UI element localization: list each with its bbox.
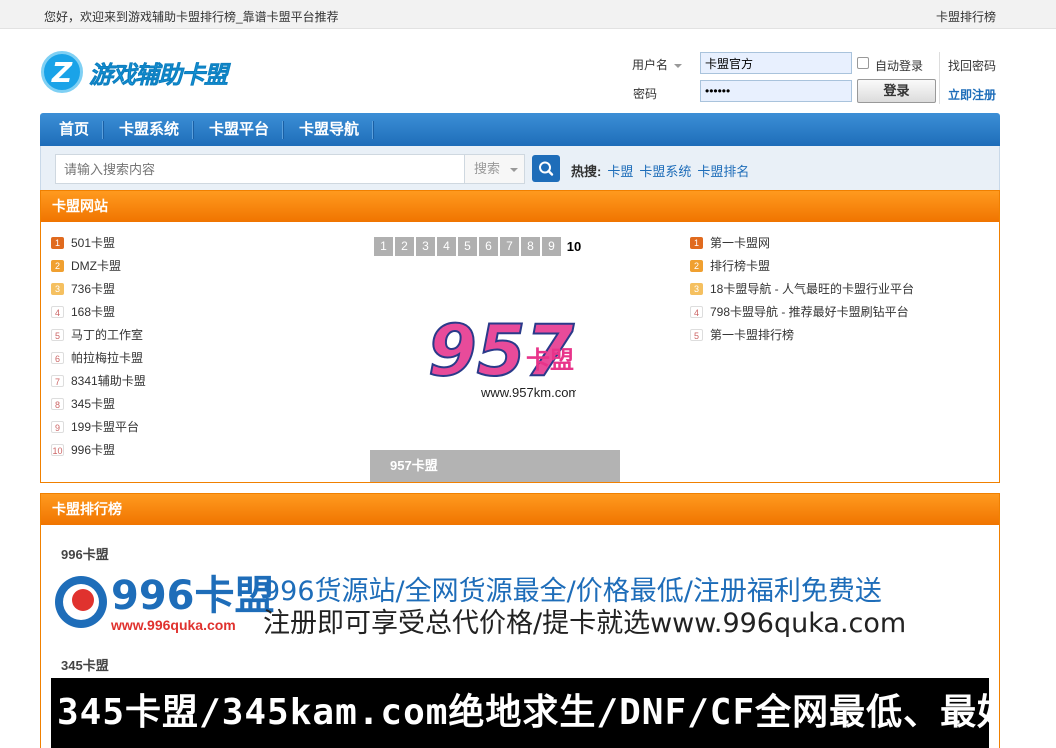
slide-pager: 1 2 3 4 5 6 7 8 9 10 bbox=[374, 237, 587, 256]
auto-login-checkbox[interactable] bbox=[857, 57, 869, 69]
banner-996-graphic: 996卡盟 www.996quka.com 996货源站/全网货源最全/价格最低… bbox=[55, 573, 906, 639]
search-button[interactable] bbox=[532, 155, 560, 182]
page-button[interactable]: 3 bbox=[416, 237, 435, 256]
search-input[interactable] bbox=[55, 154, 465, 184]
list-item[interactable]: 3 18卡盟导航 - 人气最旺的卡盟行业平台 bbox=[690, 277, 914, 300]
hot-word[interactable]: 卡盟排名 bbox=[697, 164, 749, 179]
banner-996-line2: 注册即可享受总代价格/提卡就选www.996quka.com bbox=[263, 608, 906, 637]
left-site-list: 1 501卡盟 2 DMZ卡盟 3 736卡盟 4 168卡盟 5 马丁的工作室 6 帕拉梅… bbox=[51, 231, 146, 461]
list-item[interactable]: 4 168卡盟 bbox=[51, 300, 146, 323]
sites-panel-title: 卡盟网站 bbox=[41, 191, 999, 222]
hot-word[interactable]: 卡盟系统 bbox=[639, 164, 691, 179]
banner-345[interactable]: 345卡盟/345kam.com绝地求生/DNF/CF全网最低、最好售后 bbox=[51, 678, 989, 748]
login-button[interactable]: 登录 bbox=[857, 79, 936, 103]
page-button[interactable]: 7 bbox=[500, 237, 519, 256]
chevron-down-icon bbox=[510, 167, 519, 172]
page-button[interactable]: 6 bbox=[479, 237, 498, 256]
list-item[interactable]: 2 排行榜卡盟 bbox=[690, 254, 914, 277]
password-label: 密码 bbox=[633, 87, 658, 101]
957-logo-image: 957 卡盟 www.957km.com bbox=[427, 309, 579, 400]
list-item[interactable]: 1 501卡盟 bbox=[51, 231, 146, 254]
hot-label: 热搜: bbox=[571, 164, 602, 179]
login-divider bbox=[939, 52, 940, 104]
username-label[interactable]: 用户名 bbox=[632, 56, 683, 73]
logo-icon: Z bbox=[41, 51, 83, 93]
list-item[interactable]: 8 345卡盟 bbox=[51, 392, 146, 415]
list-item[interactable]: 1 第一卡盟网 bbox=[690, 231, 914, 254]
search-icon bbox=[539, 161, 554, 176]
main-nav: 首页 卡盟系统 卡盟平台 卡盟导航 bbox=[40, 113, 1000, 146]
ad-title-996[interactable]: 996卡盟 bbox=[61, 544, 109, 563]
nav-guide[interactable]: 卡盟导航 bbox=[284, 113, 375, 146]
page-button[interactable]: 4 bbox=[437, 237, 456, 256]
list-item[interactable]: 3 736卡盟 bbox=[51, 277, 146, 300]
slide-url: www.957km.com bbox=[480, 385, 576, 400]
banner-996-line1: 996货源站/全网货源最全/价格最低/注册福利免费送 bbox=[263, 576, 882, 607]
forgot-password-link[interactable]: 找回密码 bbox=[948, 57, 996, 74]
banner-996-logo: 996卡盟 bbox=[111, 573, 275, 619]
username-input[interactable] bbox=[700, 52, 852, 74]
list-item[interactable]: 10 996卡盟 bbox=[51, 438, 146, 461]
slide-logo-suffix: 卡盟 bbox=[526, 346, 574, 374]
nav-home[interactable]: 首页 bbox=[44, 113, 105, 146]
chevron-down-icon bbox=[674, 63, 683, 68]
list-item[interactable]: 7 8341辅助卡盟 bbox=[51, 369, 146, 392]
page-button[interactable]: 9 bbox=[542, 237, 561, 256]
logo-text: 游戏辅助卡盟 bbox=[89, 61, 229, 89]
hot-searches: 热搜: 卡盟 卡盟系统 卡盟排名 bbox=[571, 161, 749, 180]
list-item[interactable]: 5 马丁的工作室 bbox=[51, 323, 146, 346]
list-item[interactable]: 2 DMZ卡盟 bbox=[51, 254, 146, 277]
ad-title-345[interactable]: 345卡盟 bbox=[61, 655, 109, 674]
slide-caption[interactable]: 957卡盟 bbox=[370, 450, 620, 482]
password-input[interactable] bbox=[700, 80, 852, 102]
welcome-text: 您好，欢迎来到游戏辅助卡盟排行榜_靠谱卡盟平台推荐 bbox=[44, 10, 339, 24]
hot-word[interactable]: 卡盟 bbox=[607, 164, 633, 179]
list-item[interactable]: 9 199卡盟平台 bbox=[51, 415, 146, 438]
page-button-active[interactable]: 10 bbox=[563, 237, 585, 256]
sites-panel: 卡盟网站 1 501卡盟 2 DMZ卡盟 3 736卡盟 4 168卡盟 5 马丁的工作室… bbox=[40, 190, 1000, 483]
nav-system[interactable]: 卡盟系统 bbox=[104, 113, 195, 146]
list-item[interactable]: 6 帕拉梅拉卡盟 bbox=[51, 346, 146, 369]
page-button[interactable]: 5 bbox=[458, 237, 477, 256]
top-bar: 您好，欢迎来到游戏辅助卡盟排行榜_靠谱卡盟平台推荐 卡盟排行榜 bbox=[0, 0, 1056, 29]
slide-image-957[interactable]: 957 卡盟 www.957km.com bbox=[426, 303, 579, 403]
banner-996[interactable]: 996卡盟 www.996quka.com 996货源站/全网货源最全/价格最低… bbox=[51, 567, 989, 639]
nav-platform[interactable]: 卡盟平台 bbox=[194, 113, 285, 146]
page-button[interactable]: 8 bbox=[521, 237, 540, 256]
list-item[interactable]: 4 798卡盟导航 - 推荐最好卡盟刷钻平台 bbox=[690, 300, 914, 323]
search-type-select[interactable]: 搜索 bbox=[464, 154, 525, 184]
right-site-list: 1 第一卡盟网 2 排行榜卡盟 3 18卡盟导航 - 人气最旺的卡盟行业平台 4 798… bbox=[690, 231, 914, 346]
search-bar: 搜索 热搜: 卡盟卡盟系统卡盟排名 bbox=[40, 146, 1000, 190]
rank-panel: 卡盟排行榜 996卡盟 996卡盟 www.996quka.com 996货源站… bbox=[40, 493, 1000, 748]
rank-panel-title: 卡盟排行榜 bbox=[41, 494, 999, 525]
list-item[interactable]: 5 第一卡盟排行榜 bbox=[690, 323, 914, 346]
page-button[interactable]: 2 bbox=[395, 237, 414, 256]
banner-996-url: www.996quka.com bbox=[110, 617, 236, 633]
page-button[interactable]: 1 bbox=[374, 237, 393, 256]
auto-login-label: 自动登录 bbox=[875, 59, 924, 73]
register-link[interactable]: 立即注册 bbox=[948, 86, 996, 103]
site-logo[interactable]: Z 游戏辅助卡盟 bbox=[41, 50, 229, 94]
ranking-link[interactable]: 卡盟排行榜 bbox=[936, 8, 996, 25]
